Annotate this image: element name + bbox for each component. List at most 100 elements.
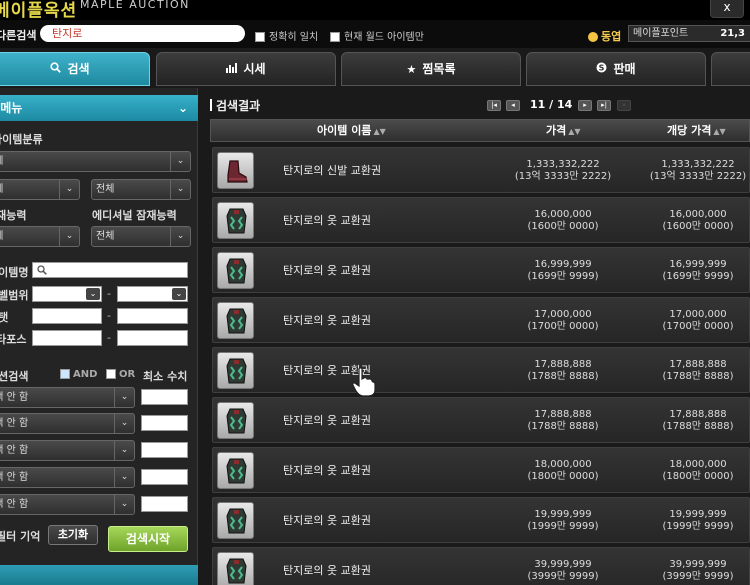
reset-button[interactable]: 초기화 <box>48 525 98 545</box>
starforce-min-input[interactable] <box>32 330 102 346</box>
option-select-3[interactable]: 선택 안 함 ⌄ <box>0 440 135 461</box>
or-option[interactable]: OR <box>106 369 135 380</box>
table-row[interactable]: 탄지로의 옷 교환권 19,999,999 (1999만 9999) 19,999… <box>212 497 750 543</box>
title-bar: 메이플옥션 MAPLE AUCTION x <box>0 0 750 21</box>
prev-page-button[interactable]: ◂ <box>506 100 520 111</box>
subcategory-2-value: 전체 <box>96 184 115 195</box>
potential-label: 잠재능력 <box>0 209 27 222</box>
first-page-button[interactable]: |◂ <box>487 100 501 111</box>
currency-selector[interactable]: 동엽 <box>588 28 621 44</box>
tab-sell[interactable]: S 판매 <box>526 52 706 86</box>
chart-icon <box>226 54 238 86</box>
and-checkbox[interactable] <box>60 369 70 379</box>
level-max-select[interactable]: ⌄ <box>117 286 188 302</box>
close-button[interactable]: x <box>710 0 744 18</box>
last-page-button[interactable]: ▸| <box>597 100 611 111</box>
chevron-down-icon: ⌄ <box>172 288 186 300</box>
option-min-input-3[interactable] <box>141 442 188 458</box>
sort-icon: ▲▼ <box>373 127 386 136</box>
stat-min-input[interactable] <box>32 308 102 324</box>
subcategory-select-2[interactable]: 전체 ⌄ <box>91 179 191 200</box>
table-row[interactable]: 탄지로의 옷 교환권 16,000,000 (1600만 0000) 16,000… <box>212 197 750 243</box>
option-min-input-2[interactable] <box>141 415 188 431</box>
table-row[interactable]: 탄지로의 옷 교환권 17,888,888 (1788만 8888) 17,888… <box>212 397 750 443</box>
clothes-icon <box>217 402 254 439</box>
chevron-down-icon: ⌄ <box>59 227 79 246</box>
shoe-icon <box>217 152 254 189</box>
table-row[interactable]: 탄지로의 옷 교환권 39,999,999 (3999만 9999) 39,999… <box>212 547 750 585</box>
current-world-option[interactable]: 현재 월드 아이템만 <box>330 28 424 43</box>
exact-match-label: 정확히 일치 <box>269 32 319 43</box>
and-label: AND <box>73 369 98 380</box>
chevron-down-icon[interactable]: ⌄ <box>178 95 188 121</box>
column-price[interactable]: 가격 ▲▼ <box>546 120 581 142</box>
level-range-label: 레벨범위 <box>0 289 29 302</box>
table-row[interactable]: 탄지로의 옷 교환권 16,999,999 (1699만 9999) 16,999… <box>212 247 750 293</box>
next-page-button[interactable]: ▸ <box>578 100 592 111</box>
option-select-2-value: 선택 안 함 <box>0 418 29 429</box>
starforce-label: 스타포스 <box>0 333 27 346</box>
tab-wishlist[interactable]: ★ 찜목록 <box>341 52 521 86</box>
column-item-name[interactable]: 아이템 이름 ▲▼ <box>317 120 386 142</box>
level-min-select[interactable]: ⌄ <box>32 286 102 302</box>
tab-search[interactable]: 검색 <box>0 52 150 86</box>
starforce-max-input[interactable] <box>117 330 188 346</box>
chevron-down-icon: ⌄ <box>86 288 100 300</box>
table-row[interactable]: 탄지로의 옷 교환권 18,000,000 (1800만 0000) 18,000… <box>212 447 750 493</box>
chevron-down-icon: ⌄ <box>114 388 134 407</box>
stat-max-input[interactable] <box>117 308 188 324</box>
end-page-button[interactable]: » <box>617 100 631 111</box>
clothes-icon <box>217 552 254 585</box>
clothes-icon <box>217 202 254 239</box>
subcategory-1-value: 전체 <box>0 184 3 195</box>
category-select[interactable]: 전체 ⌄ <box>0 151 191 172</box>
unit-price-cell: 19,999,999 (1999만 9999) <box>662 509 734 532</box>
or-checkbox[interactable] <box>106 369 116 379</box>
option-min-input-5[interactable] <box>141 496 188 512</box>
price-cell: 18,000,000 (1800만 0000) <box>527 459 599 482</box>
filter-panel-header[interactable]: 검색 메뉴 ⌄ <box>0 95 198 121</box>
quick-search-input[interactable]: 탄지로 <box>40 25 245 42</box>
additional-potential-select[interactable]: 전체 ⌄ <box>91 226 191 247</box>
column-unit-price[interactable]: 개당 가격 ▲▼ <box>667 120 726 142</box>
main-tabs: 검색 시세 ★ 찜목록 S 판매 <box>0 52 750 86</box>
category-select-value: 전체 <box>0 156 3 167</box>
and-option[interactable]: AND <box>60 369 97 380</box>
chevron-down-icon: ⌄ <box>114 414 134 433</box>
option-select-4[interactable]: 선택 안 함 ⌄ <box>0 467 135 488</box>
maple-points-value: 21,3 <box>720 28 745 39</box>
current-world-checkbox[interactable] <box>330 32 340 42</box>
option-select-1[interactable]: 선택 안 함 ⌄ <box>0 387 135 408</box>
quick-search-label: 다른검색 <box>0 29 37 42</box>
tab-more[interactable] <box>711 52 750 86</box>
option-min-input-4[interactable] <box>141 469 188 485</box>
option-select-2[interactable]: 선택 안 함 ⌄ <box>0 413 135 434</box>
star-icon: ★ <box>406 63 417 76</box>
tab-sell-label: 판매 <box>613 62 636 76</box>
search-start-button[interactable]: 검색시작 <box>108 526 188 552</box>
option-select-5[interactable]: 선택 안 함 ⌄ <box>0 494 135 515</box>
filter-panel-footer[interactable] <box>0 565 198 585</box>
results-title-text: 검색결과 <box>216 99 261 113</box>
item-category-label: 아이템분류 <box>0 133 43 146</box>
subcategory-select-1[interactable]: 전체 ⌄ <box>0 179 80 200</box>
remember-filter-label[interactable]: 필터 기억 <box>0 528 40 544</box>
potential-select-value: 전체 <box>0 231 3 242</box>
range-dash: - <box>107 331 111 344</box>
tab-market-price[interactable]: 시세 <box>156 52 336 86</box>
option-min-input-1[interactable] <box>141 389 188 405</box>
exact-match-option[interactable]: 정확히 일치 <box>255 28 318 43</box>
table-row[interactable]: 탄지로의 옷 교환권 17,888,888 (1788만 8888) 17,888… <box>212 347 750 393</box>
app-logo: 메이플옥션 <box>0 1 78 21</box>
currency-label: 동엽 <box>601 30 622 43</box>
item-name-input[interactable] <box>32 262 188 278</box>
exact-match-checkbox[interactable] <box>255 32 265 42</box>
table-row[interactable]: 탄지로의 옷 교환권 17,000,000 (1700만 0000) 17,000… <box>212 297 750 343</box>
chevron-down-icon: ⌄ <box>170 180 190 199</box>
unit-price-cell: 17,888,888 (1788만 8888) <box>662 409 734 432</box>
tab-search-label: 검색 <box>67 62 90 76</box>
min-value-label: 최소 수치 <box>143 370 188 383</box>
unit-price-cell: 17,888,888 (1788만 8888) <box>662 359 734 382</box>
table-row[interactable]: 탄지로의 신발 교환권 1,333,332,222 (13억 3333만 2222… <box>212 147 750 193</box>
potential-select[interactable]: 전체 ⌄ <box>0 226 80 247</box>
